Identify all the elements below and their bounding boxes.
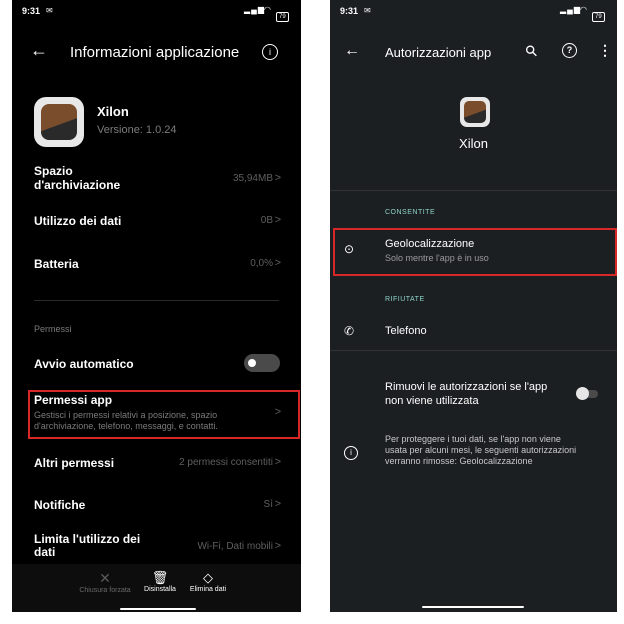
- signal-icon: ▂▄▆: [560, 5, 581, 14]
- battery-value: 0,0%: [250, 258, 273, 269]
- battery-row[interactable]: Batteria 0,0% >: [12, 251, 301, 277]
- chevron-right-icon: >: [274, 257, 281, 269]
- info-text-line1: Per proteggere i tuoi dati, se l'app non…: [385, 434, 561, 444]
- highlight-box: [28, 390, 300, 439]
- data-usage-label: Utilizzo dei dati: [34, 214, 122, 228]
- info-text-line3: verranno rimosse: Geolocalizzazione: [385, 456, 533, 466]
- battery-icon: 79: [592, 5, 605, 23]
- clear-data-button[interactable]: ◇ Elimina dati: [180, 570, 236, 593]
- chevron-right-icon: >: [274, 498, 281, 510]
- page-title: Informazioni applicazione: [70, 44, 240, 61]
- storage-label-line1: Spazio: [34, 164, 73, 178]
- trash-icon: 🗑: [151, 570, 169, 585]
- info-icon[interactable]: i: [262, 44, 278, 60]
- app-name: Xilon: [459, 136, 488, 151]
- autostart-label: Avvio automatico: [34, 357, 134, 371]
- back-button[interactable]: ←: [30, 40, 48, 61]
- more-options-icon[interactable]: ⋮: [598, 42, 612, 59]
- limit-data-row[interactable]: Limita l'utilizzo dei dati Wi-Fi, Dati m…: [12, 530, 301, 562]
- close-icon: ✕: [99, 570, 111, 586]
- phone-label: Telefono: [385, 325, 427, 337]
- uninstall-button[interactable]: 🗑 Disinstalla: [140, 570, 180, 593]
- divider: [330, 350, 617, 351]
- home-indicator[interactable]: [120, 608, 196, 610]
- allowed-section-title: CONSENTITE: [385, 209, 436, 216]
- remove-permissions-label-line2: non viene utilizzata: [385, 395, 479, 407]
- wifi-icon: ◠: [580, 5, 588, 14]
- info-icon: i: [344, 446, 358, 460]
- autostart-row[interactable]: Avvio automatico: [12, 350, 301, 378]
- remove-permissions-toggle[interactable]: [576, 387, 598, 400]
- search-icon[interactable]: ⚲: [521, 41, 542, 61]
- home-indicator[interactable]: [422, 606, 524, 608]
- remove-permissions-label-line1: Rimuovi le autorizzazioni se l'app: [385, 381, 548, 393]
- limit-data-label-line2: dati: [34, 545, 56, 559]
- status-time: 9:31: [340, 6, 359, 16]
- chevron-right-icon: >: [274, 172, 281, 184]
- storage-row[interactable]: Spazio d'archiviazione 35,94MB >: [12, 160, 301, 196]
- signal-icon: ▂▄▆: [244, 5, 265, 14]
- phone-permission-row[interactable]: ✆ Telefono: [330, 316, 617, 346]
- app-icon: [460, 97, 490, 127]
- battery-label: Batteria: [34, 257, 79, 271]
- message-icon: ✉: [46, 6, 54, 15]
- uninstall-label: Disinstalla: [144, 586, 176, 593]
- app-name: Xilon: [97, 104, 129, 119]
- app-info-screen: 9:31 ✉ ▂▄▆ ◠ 79 ← Informazioni applicazi…: [12, 0, 301, 612]
- data-usage-value: 0B: [260, 215, 273, 226]
- storage-label-line2: d'archiviazione: [34, 178, 121, 192]
- storage-value: 35,94MB: [232, 173, 273, 184]
- page-title: Autorizzazioni app: [385, 45, 492, 60]
- phone-icon: ✆: [344, 324, 355, 338]
- help-icon[interactable]: ?: [562, 43, 577, 58]
- chevron-right-icon: >: [274, 540, 281, 552]
- divider: [330, 190, 617, 191]
- other-permissions-label: Altri permessi: [34, 456, 115, 470]
- chevron-right-icon: >: [274, 214, 281, 226]
- notifications-row[interactable]: Notifiche Sì >: [12, 492, 301, 518]
- chevron-right-icon: >: [274, 456, 281, 468]
- remove-permissions-row[interactable]: Rimuovi le autorizzazioni se l'app non v…: [330, 376, 617, 412]
- battery-icon: 79: [276, 5, 289, 23]
- autostart-toggle[interactable]: [244, 354, 280, 372]
- other-permissions-row[interactable]: Altri permessi 2 permessi consentiti >: [12, 450, 301, 476]
- eraser-icon: ◇: [203, 570, 213, 585]
- highlight-box: [333, 228, 617, 276]
- bottom-action-bar: ✕ Chiusura forzata 🗑 Disinstalla ◇ Elimi…: [12, 564, 301, 612]
- notifications-label: Notifiche: [34, 498, 86, 512]
- status-time: 9:31: [22, 6, 41, 16]
- notifications-value: Sì: [263, 499, 273, 510]
- app-icon: [34, 97, 84, 147]
- message-icon: ✉: [364, 6, 372, 15]
- force-stop-button[interactable]: ✕ Chiusura forzata: [70, 570, 140, 594]
- wifi-icon: ◠: [264, 5, 272, 14]
- other-permissions-value: 2 permessi consentiti: [179, 457, 273, 468]
- clear-data-label: Elimina dati: [189, 586, 227, 593]
- limit-data-value: Wi-Fi, Dati mobili: [197, 541, 273, 552]
- app-permissions-screen: 9:31 ✉ ▂▄▆ ◠ 79 ← Autorizzazioni app ⚲ ?…: [330, 0, 617, 612]
- section-title-permissions: Permessi: [34, 324, 72, 334]
- back-button[interactable]: ←: [344, 42, 360, 60]
- app-version: Versione: 1.0.24: [97, 124, 177, 136]
- divider: [34, 300, 279, 301]
- denied-section-title: RIFIUTATE: [385, 296, 425, 303]
- data-usage-row[interactable]: Utilizzo dei dati 0B >: [12, 208, 301, 234]
- force-stop-label: Chiusura forzata: [79, 587, 131, 594]
- info-text-line2: usata per alcuni mesi, le seguenti autor…: [385, 445, 577, 455]
